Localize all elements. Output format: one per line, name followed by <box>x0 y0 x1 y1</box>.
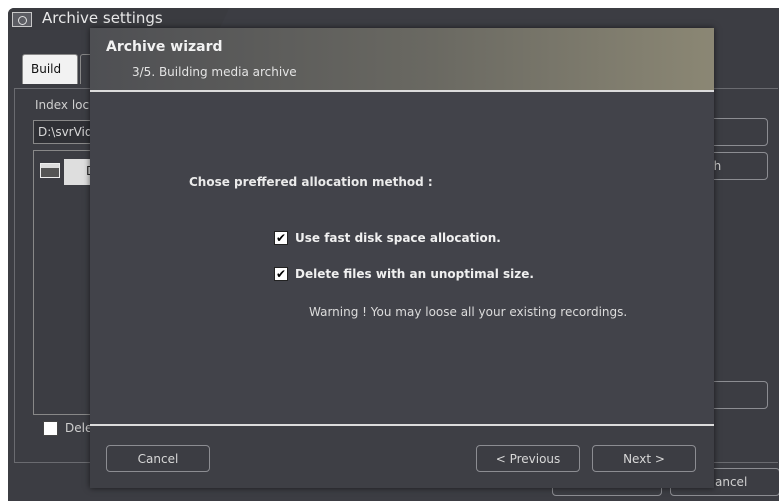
previous-label: < Previous <box>495 451 561 466</box>
index-location-label: Index loc <box>35 98 90 112</box>
next-label: Next > <box>623 451 665 466</box>
camera-window-icon <box>12 12 32 27</box>
wizard-cancel-button[interactable]: Cancel <box>106 445 210 472</box>
checkmark-icon: ✔ <box>275 231 287 245</box>
archive-settings-title: Archive settings <box>42 9 163 27</box>
delete-checkbox[interactable] <box>43 421 58 436</box>
delete-checkbox-label: Dele <box>65 421 93 435</box>
allocation-method-heading: Chose preffered allocation method : <box>189 175 433 189</box>
delete-unoptimal-checkbox[interactable]: ✔ <box>274 267 288 281</box>
wizard-footer: Cancel < Previous Next > <box>90 426 714 488</box>
window-icon <box>40 163 60 178</box>
tab-build[interactable]: Build <box>22 54 78 84</box>
warning-text: Warning ! You may loose all your existin… <box>309 305 628 319</box>
archive-wizard-dialog: Archive wizard 3/5. Building media archi… <box>90 28 714 488</box>
archive-settings-titlebar: Archive settings <box>8 8 218 30</box>
wizard-title: Archive wizard <box>106 39 223 55</box>
delete-unoptimal-label: Delete files with an unoptimal size. <box>295 267 534 281</box>
delete-unoptimal-option[interactable]: ✔ Delete files with an unoptimal size. <box>274 267 534 281</box>
wizard-step-subtitle: 3/5. Building media archive <box>132 65 297 79</box>
wizard-header: Archive wizard 3/5. Building media archi… <box>90 28 714 90</box>
fast-allocation-option[interactable]: ✔ Use fast disk space allocation. <box>274 231 501 245</box>
cancel-button-label: ancel <box>715 475 748 489</box>
checkmark-icon: ✔ <box>275 267 287 281</box>
next-button[interactable]: Next > <box>592 445 696 472</box>
previous-button[interactable]: < Previous <box>476 445 580 472</box>
fast-allocation-checkbox[interactable]: ✔ <box>274 231 288 245</box>
fast-allocation-label: Use fast disk space allocation. <box>295 231 501 245</box>
wizard-body <box>90 92 714 424</box>
wizard-cancel-label: Cancel <box>137 451 179 466</box>
